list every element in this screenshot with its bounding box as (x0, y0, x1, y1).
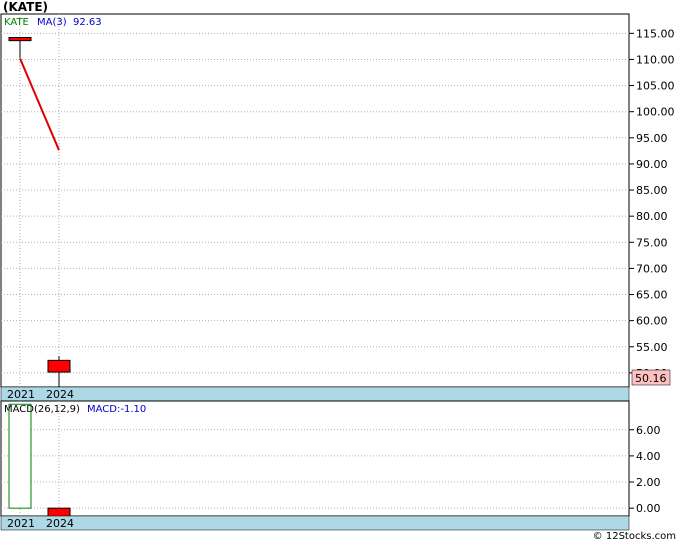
legend-ticker: KATE (4, 17, 29, 28)
macd-legend-value: MACD:-1.10 (87, 404, 146, 415)
legend-ma-value: 92.63 (73, 17, 102, 28)
macd-x-tick-2024: 2024 (46, 517, 74, 530)
macd-panel: 6.00 4.00 2.00 0.00 MACD(26,12,9) MACD:-1.1… (0, 400, 661, 531)
candle-body (47, 359, 71, 373)
price-y-tick-label: 55.00 (636, 341, 668, 354)
candle-body (8, 37, 32, 42)
price-y-tick-label: 110.00 (636, 53, 675, 66)
macd-y-axis: 6.00 4.00 2.00 0.00 (629, 424, 661, 515)
macd-bar-2021 (8, 403, 32, 509)
price-y-tick-label: 105.00 (636, 80, 675, 93)
price-y-tick-label: 65.00 (636, 289, 668, 302)
macd-y-tick-label: 4.00 (636, 450, 661, 463)
price-x-axis-band (0, 386, 630, 402)
price-y-tick-label: 60.00 (636, 315, 668, 328)
price-legend: KATE MA(3) 92.63 (4, 17, 102, 28)
last-price-value: 50.16 (635, 372, 667, 385)
site-credit: © 12Stocks.com (592, 531, 676, 542)
macd-y-tick-label: 6.00 (636, 424, 661, 437)
price-y-tick-label: 80.00 (636, 210, 668, 223)
price-y-tick-label: 95.00 (636, 132, 668, 145)
price-y-tick-label: 75.00 (636, 236, 668, 249)
price-plot-frame (0, 13, 630, 388)
macd-x-axis-band (0, 515, 630, 531)
last-price-tag: 50.16 (631, 369, 671, 386)
price-y-tick-label: 115.00 (636, 27, 675, 40)
price-y-tick-label: 100.00 (636, 106, 675, 119)
price-x-tick-2024: 2024 (46, 388, 74, 401)
macd-plot-frame (0, 400, 630, 517)
legend-ma-label: MA(3) (37, 17, 67, 28)
price-y-axis: 115.00 110.00 105.00 100.00 95.00 90.00 85.00 8… (629, 27, 675, 380)
macd-x-tick-2021: 2021 (7, 517, 35, 530)
chart-canvas: 115.00 110.00 105.00 100.00 95.00 90.00 85.00 8… (0, 13, 675, 531)
macd-y-tick-label: 0.00 (636, 502, 661, 515)
price-x-tick-2021: 2021 (7, 388, 35, 401)
price-y-tick-label: 70.00 (636, 262, 668, 275)
price-y-tick-label: 85.00 (636, 184, 668, 197)
price-panel: 115.00 110.00 105.00 100.00 95.00 90.00 85.00 8… (0, 13, 675, 402)
macd-legend: MACD(26,12,9) MACD:-1.10 (4, 404, 146, 415)
macd-y-tick-label: 2.00 (636, 476, 661, 489)
price-y-tick-label: 90.00 (636, 158, 668, 171)
macd-legend-name: MACD(26,12,9) (4, 404, 80, 415)
